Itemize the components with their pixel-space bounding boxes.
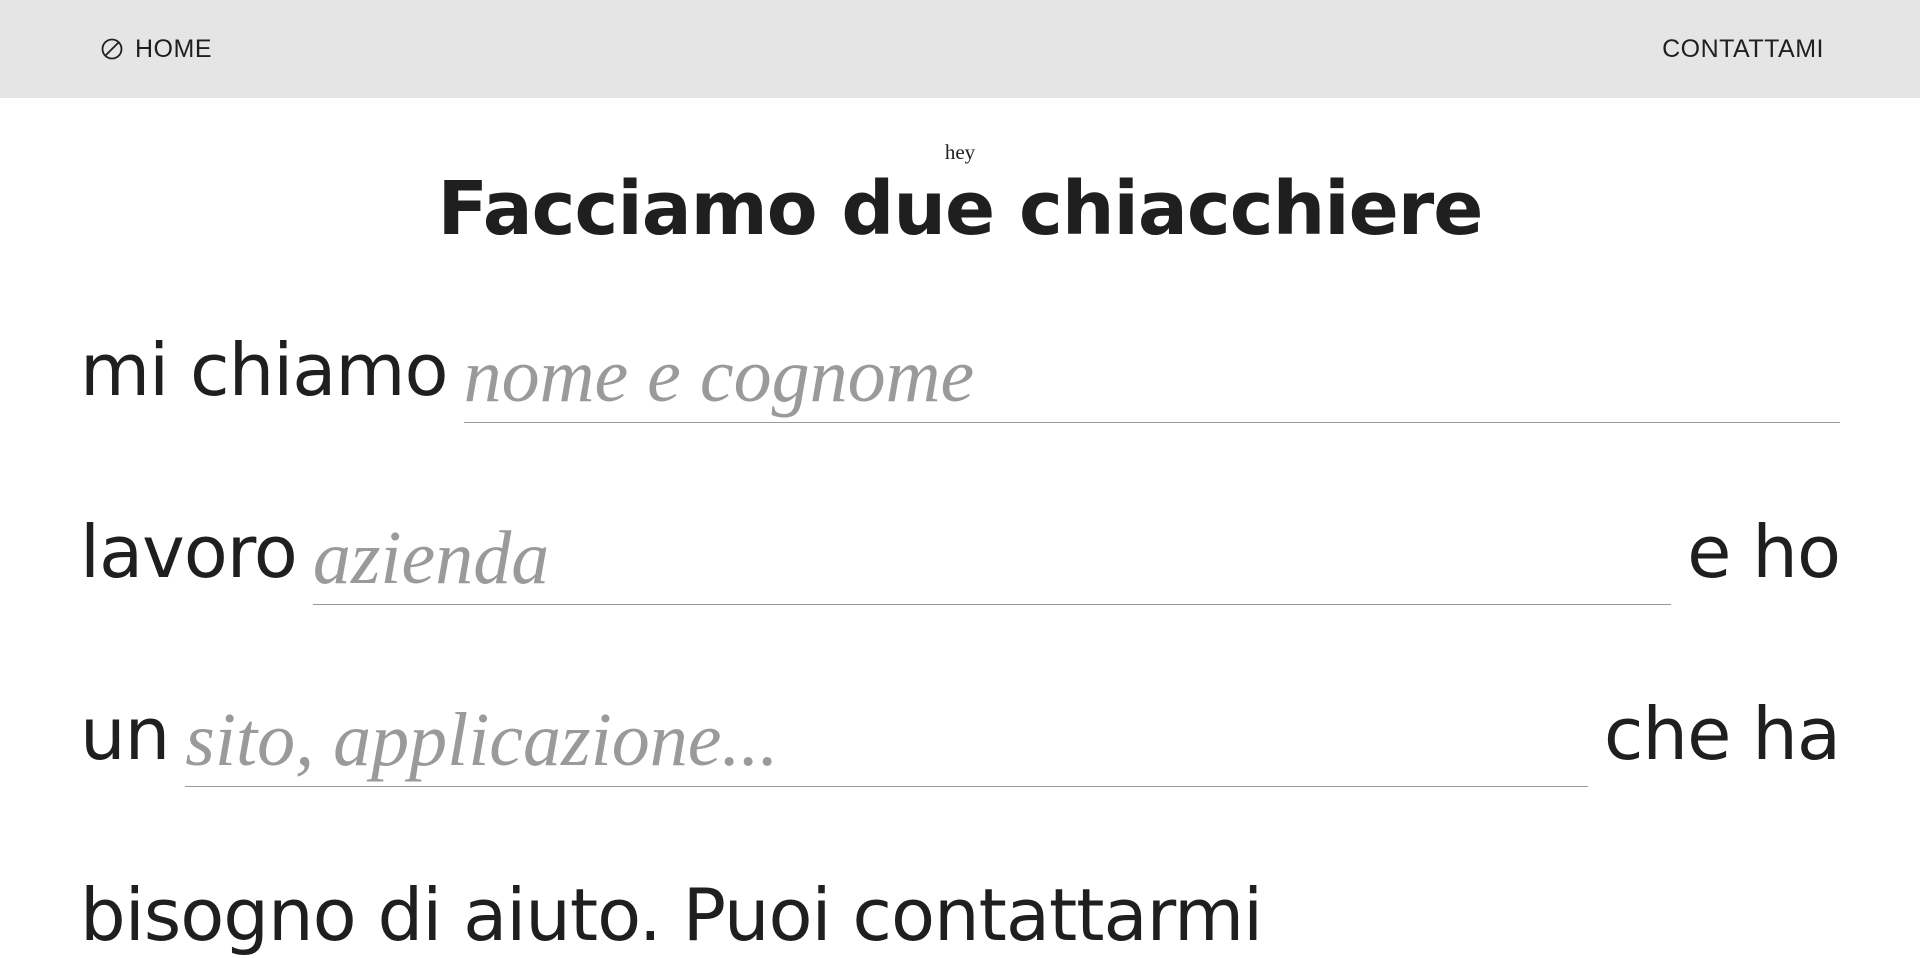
company-prefix-text: lavoro <box>80 510 298 594</box>
contact-link[interactable]: CONTATTAMI <box>1662 33 1824 65</box>
home-link[interactable]: HOME <box>100 33 212 65</box>
form-line-project: un che ha <box>80 667 1841 787</box>
eyebrow-text: hey <box>944 140 976 164</box>
form-line-company: lavoro e ho <box>80 485 1841 605</box>
name-input[interactable] <box>463 330 1840 423</box>
name-prefix-text: mi chiamo <box>80 328 449 412</box>
home-link-label: HOME <box>135 34 212 63</box>
project-suffix-text: che ha <box>1603 692 1841 776</box>
top-navigation-bar: HOME CONTATTAMI <box>0 0 1920 98</box>
form-line-name: mi chiamo <box>80 303 1840 423</box>
circle-slash-icon <box>100 37 124 61</box>
form-line-contact-text: bisogno di aiuto. Puoi contattarmi <box>80 873 1263 957</box>
company-input[interactable] <box>312 512 1672 605</box>
project-prefix-text: un <box>80 692 170 776</box>
page-title: Facciamo due chiacchiere <box>437 166 1484 252</box>
company-suffix-text: e ho <box>1687 510 1841 594</box>
project-input[interactable] <box>185 694 1588 787</box>
